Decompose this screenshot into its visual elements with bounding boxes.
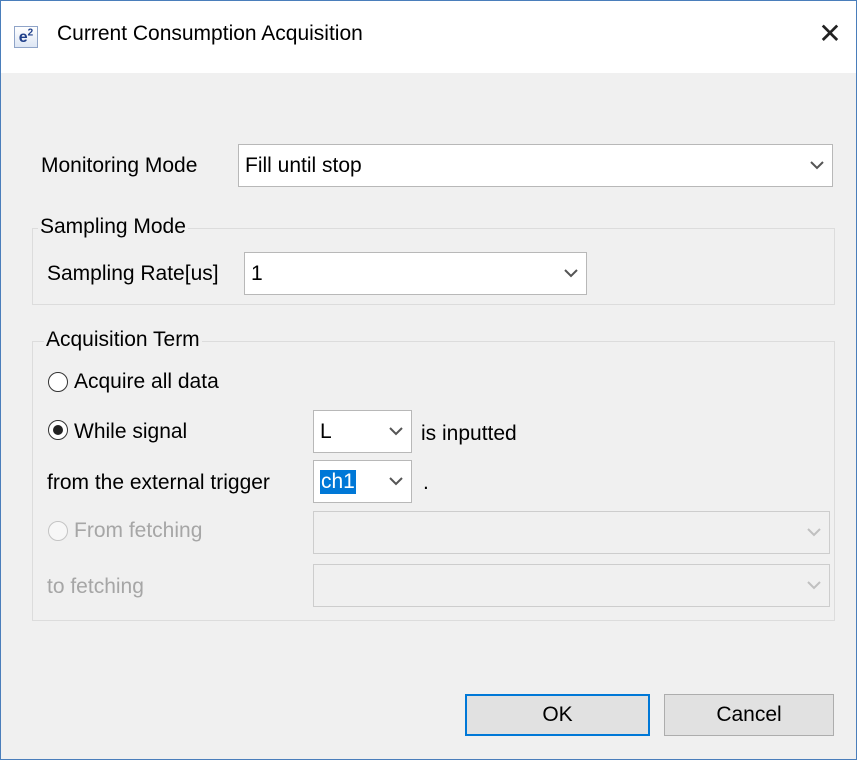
chevron-down-icon — [556, 253, 586, 294]
external-trigger-label: from the external trigger — [47, 471, 270, 494]
acquisition-term-group-title: Acquisition Term — [44, 328, 202, 352]
sampling-mode-group-title: Sampling Mode — [38, 215, 188, 239]
signal-level-select[interactable]: L — [313, 410, 412, 453]
radio-selected-dot — [53, 425, 63, 435]
while-signal-label: While signal — [74, 420, 188, 443]
from-fetching-select[interactable] — [313, 511, 830, 554]
acquire-all-data-label: Acquire all data — [74, 370, 219, 393]
from-fetching-label: From fetching — [74, 519, 203, 542]
e2-studio-icon: e2 — [14, 26, 38, 48]
chevron-down-icon — [802, 145, 832, 186]
cancel-button[interactable]: Cancel — [664, 694, 834, 736]
signal-level-value: L — [320, 419, 332, 443]
chevron-down-icon — [381, 411, 411, 452]
from-fetching-radio[interactable] — [48, 521, 68, 541]
chevron-down-icon — [799, 512, 829, 553]
is-inputted-label: is inputted — [421, 422, 517, 445]
acquire-all-data-radio[interactable] — [48, 372, 68, 392]
trigger-period-label: . — [423, 471, 429, 494]
monitoring-mode-select[interactable]: Fill until stop — [238, 144, 833, 187]
monitoring-mode-value: Fill until stop — [245, 153, 362, 177]
title-bar: e2 Current Consumption Acquisition ✕ — [1, 1, 856, 73]
close-icon[interactable]: ✕ — [807, 11, 853, 57]
external-trigger-select[interactable]: ch1 — [313, 460, 412, 503]
sampling-rate-label: Sampling Rate[us] — [47, 262, 219, 285]
ok-button[interactable]: OK — [465, 694, 650, 736]
dialog-window: e2 Current Consumption Acquisition ✕ Mon… — [0, 0, 857, 760]
to-fetching-label: to fetching — [47, 575, 144, 598]
sampling-rate-select[interactable]: 1 — [244, 252, 587, 295]
window-title: Current Consumption Acquisition — [57, 22, 363, 45]
monitoring-mode-label: Monitoring Mode — [41, 154, 198, 177]
chevron-down-icon — [381, 461, 411, 502]
to-fetching-select[interactable] — [313, 564, 830, 607]
external-trigger-value: ch1 — [320, 469, 356, 494]
while-signal-radio[interactable] — [48, 420, 68, 440]
sampling-rate-value: 1 — [251, 261, 263, 285]
chevron-down-icon — [799, 565, 829, 606]
